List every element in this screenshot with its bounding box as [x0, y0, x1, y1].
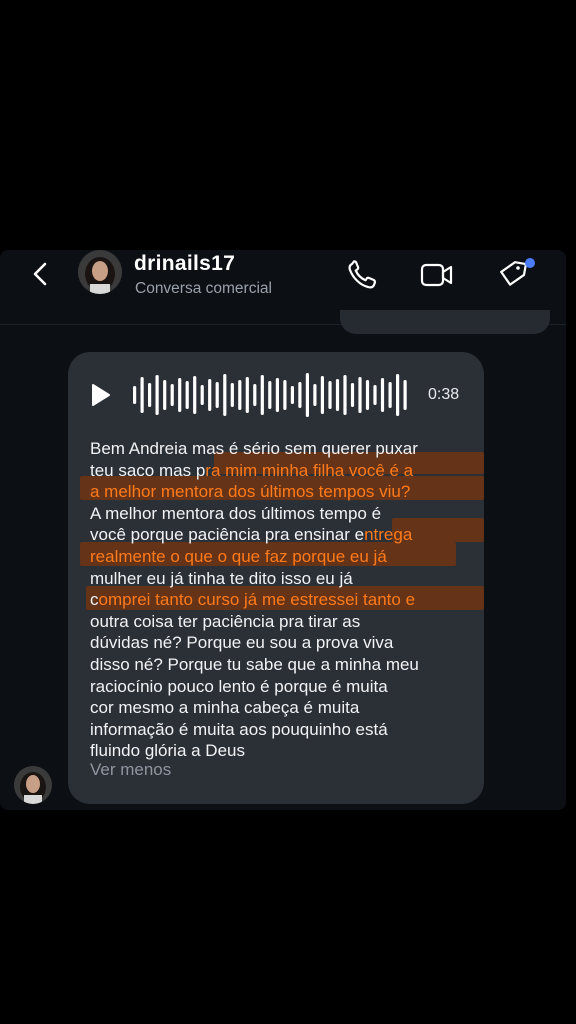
waveform-bar [133, 386, 137, 404]
voice-message-bubble[interactable]: 0:38 Bem Andreia mas é sério sem querer … [68, 352, 484, 804]
waveform-bar [155, 375, 159, 415]
video-camera-icon[interactable] [420, 260, 454, 290]
waveform-bar [403, 380, 407, 410]
audio-duration: 0:38 [428, 386, 460, 403]
waveform-bar [178, 378, 182, 412]
waveform-bar [223, 374, 227, 416]
waveform-bar [200, 385, 204, 405]
waveform-bar [290, 386, 294, 404]
chat-window: drinails17 Conversa comercial 0:38 Bem A… [0, 250, 566, 810]
transcription-text: Bem Andreia mas é sério sem querer puxar… [90, 438, 474, 762]
waveform-bar [170, 384, 174, 406]
waveform-bar [253, 384, 257, 406]
sender-avatar[interactable] [14, 766, 52, 804]
waveform-bar [313, 384, 317, 406]
waveform-bar [298, 382, 302, 408]
waveform-icon[interactable] [132, 372, 410, 418]
waveform-bar [350, 383, 355, 407]
waveform-bar [275, 378, 279, 412]
waveform-bar [388, 382, 392, 408]
contact-username[interactable]: drinails17 [134, 252, 235, 276]
waveform-bar [215, 382, 219, 408]
waveform-bar [365, 380, 370, 410]
waveform-bar [358, 377, 362, 413]
waveform-bar [283, 380, 287, 410]
waveform-bar [335, 379, 340, 411]
highlighted-text-segment: omprei tanto curso já me estressei tanto… [98, 590, 416, 610]
waveform-bar [208, 379, 212, 411]
notification-dot [525, 258, 535, 268]
waveform-bar [380, 378, 385, 412]
waveform-bar [320, 376, 324, 414]
conversation-type: Conversa comercial [135, 280, 272, 297]
waveform-bar [148, 383, 152, 407]
play-icon[interactable] [90, 382, 112, 408]
waveform-bar [185, 381, 189, 409]
waveform-bar [193, 376, 197, 414]
waveform-bar [238, 380, 242, 410]
waveform-bar [245, 377, 249, 413]
waveform-bar [343, 375, 347, 415]
see-less-link[interactable]: Ver menos [90, 760, 171, 780]
waveform-bar [305, 373, 309, 417]
waveform-bar [268, 381, 272, 409]
waveform-bar [230, 383, 234, 407]
waveform-bar [140, 377, 144, 413]
waveform-bar [373, 385, 377, 405]
phone-icon[interactable] [346, 260, 380, 290]
waveform-bar [163, 380, 167, 410]
waveform-bar [260, 375, 264, 415]
waveform-bar [328, 381, 332, 409]
contact-avatar[interactable] [78, 250, 122, 294]
previous-message-bubble [340, 310, 550, 334]
waveform-bar [396, 374, 400, 416]
back-arrow-icon[interactable] [30, 262, 54, 286]
text-segment: outra coisa ter paciência pra tirar as d… [90, 611, 419, 761]
text-segment: A melhor mentora dos últimos tempo é voc… [90, 503, 382, 545]
